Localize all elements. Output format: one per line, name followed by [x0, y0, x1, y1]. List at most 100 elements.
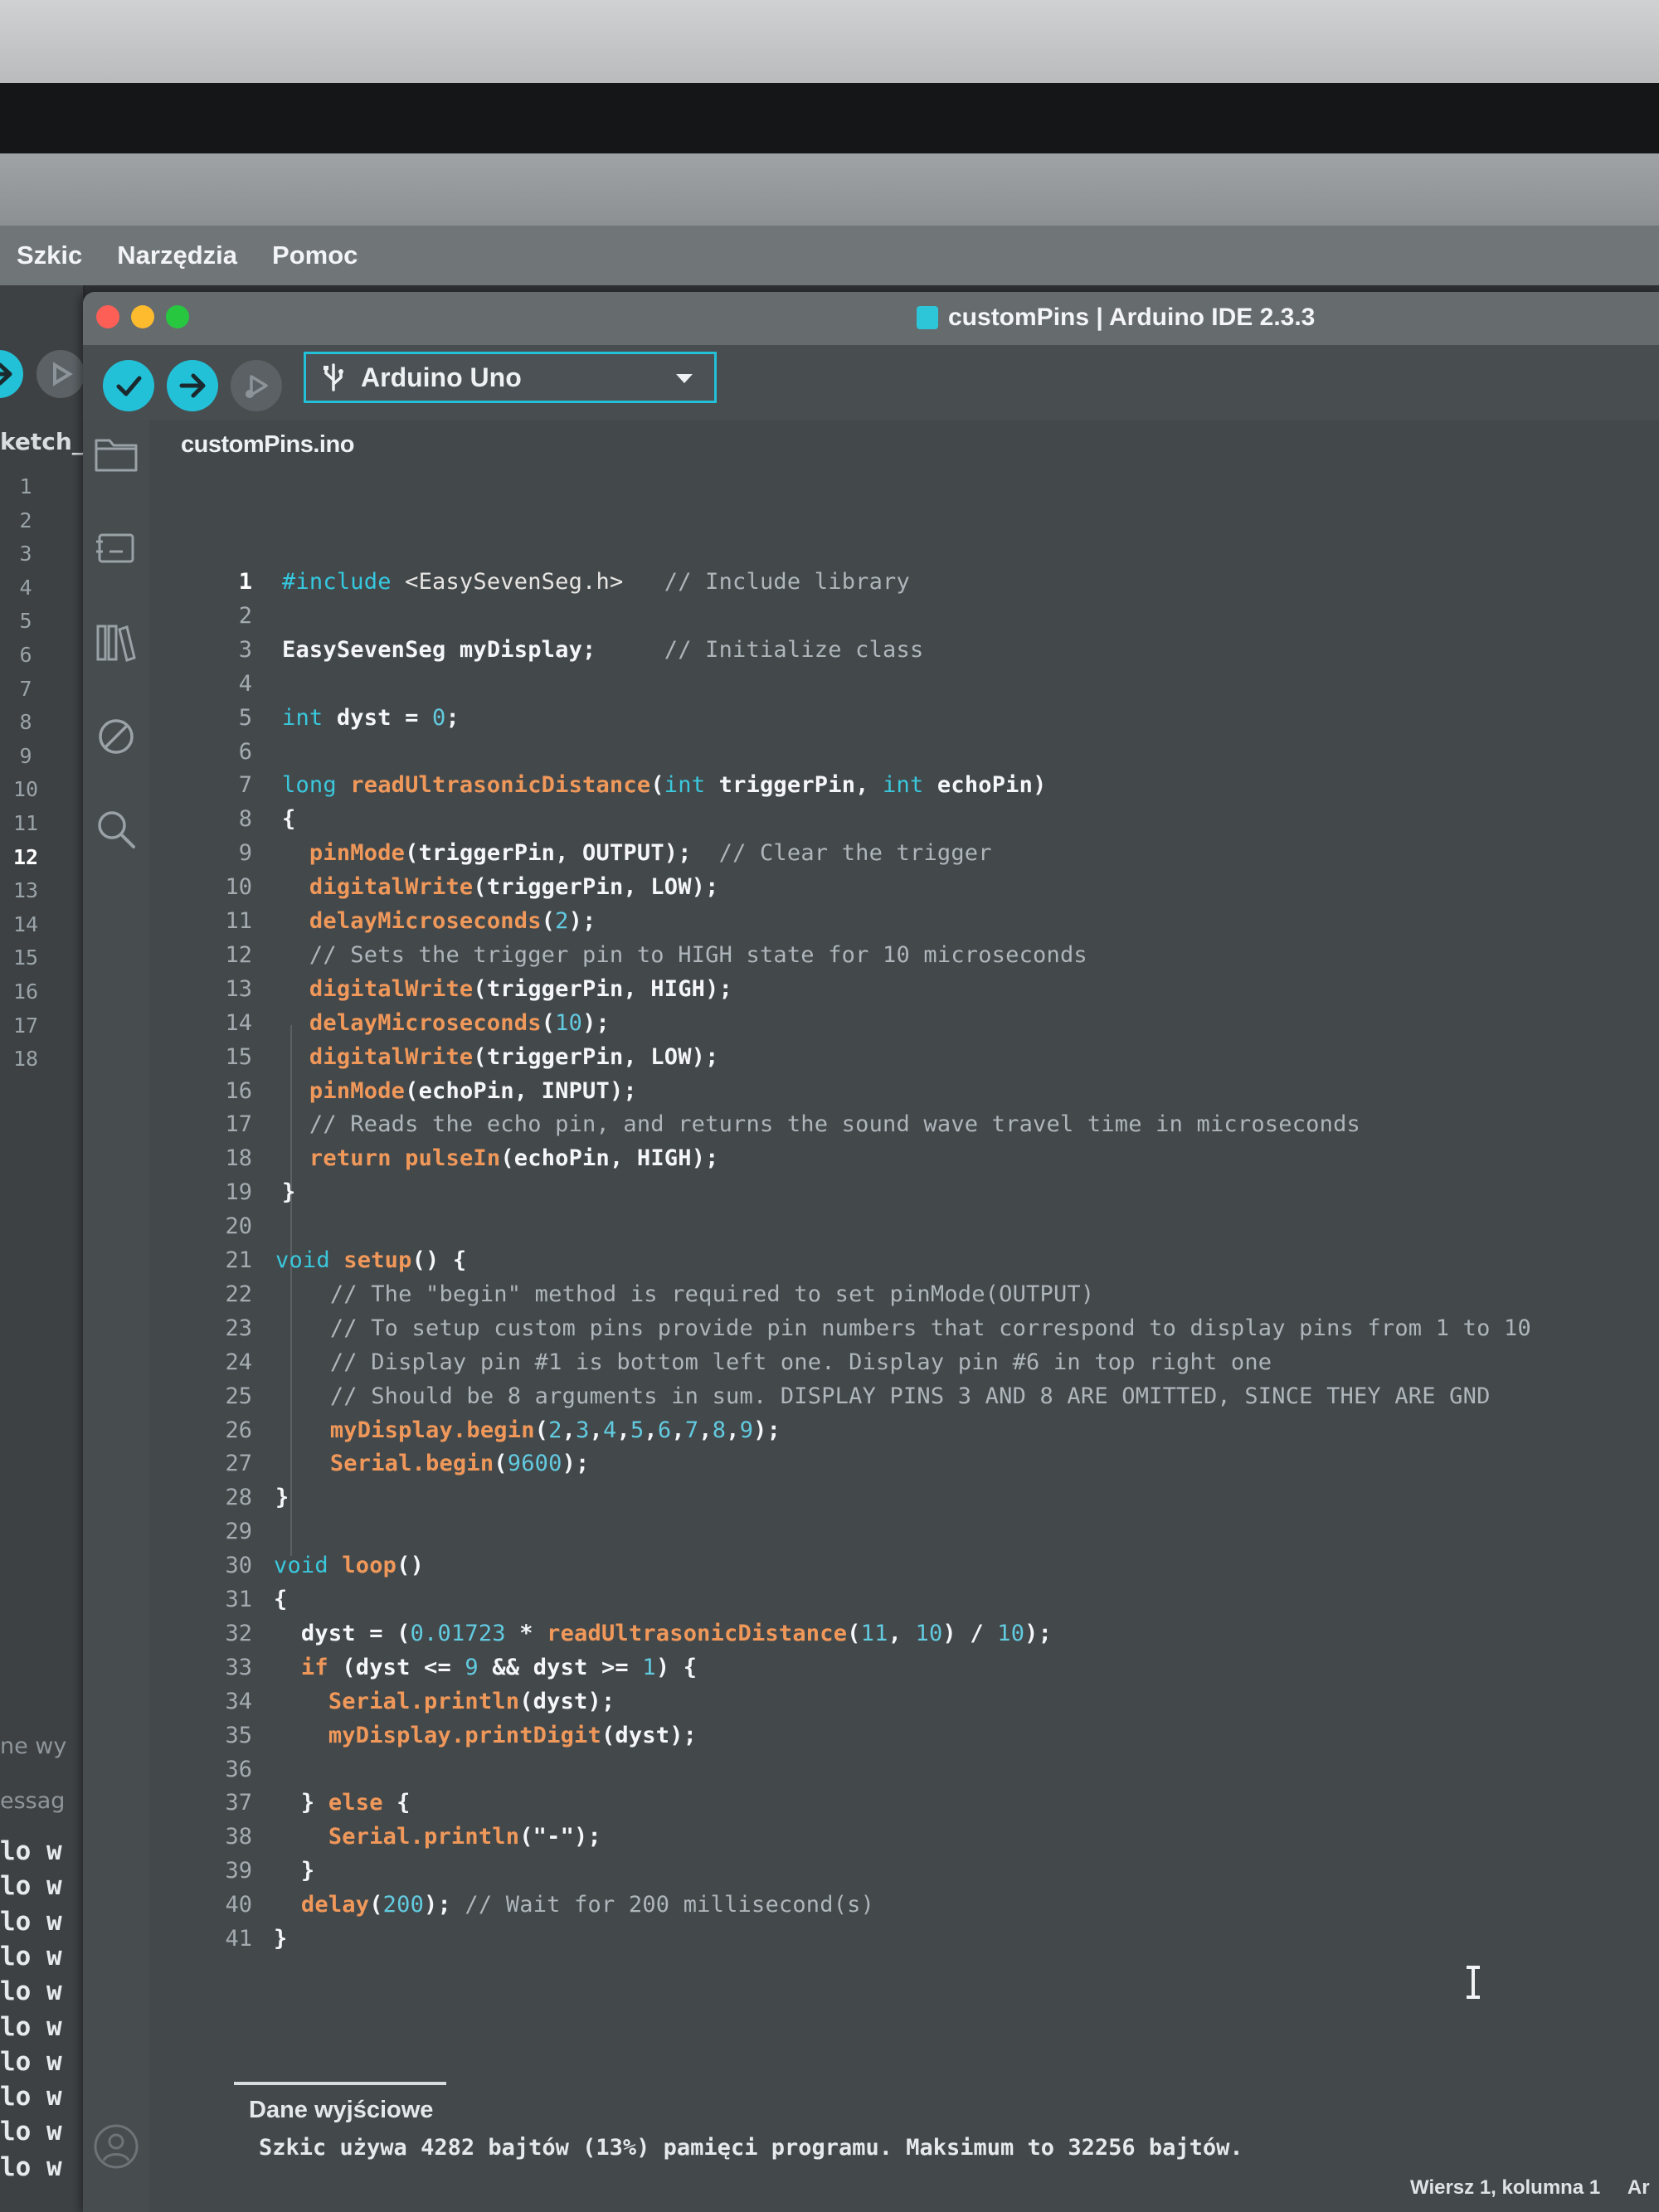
code-token: loop: [342, 1553, 397, 1579]
code-token: (: [541, 1009, 556, 1036]
tab-custompins-ino[interactable]: customPins.ino: [181, 431, 354, 459]
code-token: 3: [576, 1417, 590, 1443]
bg-line-number: 17: [12, 1013, 39, 1038]
code-line: void setup() {: [275, 1247, 466, 1273]
upload-button[interactable]: [167, 360, 218, 411]
line-number: 36: [225, 1756, 252, 1782]
code-token: (echoPin, HIGH);: [500, 1145, 719, 1172]
line-number: 13: [225, 975, 252, 1002]
code-token: ) /: [942, 1620, 998, 1646]
code-token: (triggerPin, LOW);: [473, 1043, 719, 1070]
code-line: {: [274, 1587, 287, 1612]
code-line: }: [274, 1926, 287, 1952]
code-line: digitalWrite(triggerPin, HIGH);: [282, 976, 732, 1002]
code-line: #include <EasySevenSeg.h> // Include lib…: [282, 569, 910, 595]
zoom-window-button[interactable]: [166, 305, 189, 328]
bg-tab-label[interactable]: ketch_ju: [0, 428, 83, 455]
code-token: echoPin): [923, 772, 1047, 799]
code-token: *: [505, 1620, 547, 1646]
line-number: 39: [225, 1858, 252, 1884]
boards-manager-button[interactable]: [93, 524, 139, 571]
bg-line-number: 6: [19, 643, 32, 667]
status-bar: Wiersz 1, kolumna 1 Ar: [1410, 2176, 1650, 2200]
code-token: myDisplay.begin: [329, 1417, 535, 1443]
bg-output-line: lo w: [0, 2011, 62, 2042]
bg-line-number: 14: [12, 912, 39, 936]
code-line: dyst = (0.01723 * readUltrasonicDistance…: [274, 1621, 1052, 1646]
search-icon: [98, 811, 135, 848]
code-token: (: [494, 1451, 508, 1477]
line-number: 19: [225, 1179, 252, 1206]
account-button[interactable]: [83, 2113, 149, 2180]
code-token: ,: [726, 1417, 740, 1443]
code-token: (: [650, 772, 664, 799]
code-token: ,: [644, 1417, 658, 1443]
code-token: 2: [555, 908, 569, 934]
line-number: 25: [225, 1383, 252, 1409]
line-number: 22: [225, 1281, 252, 1307]
code-token: ,: [589, 1417, 604, 1443]
code-line: } else {: [274, 1790, 411, 1816]
line-number: 31: [225, 1587, 252, 1612]
menu-item-tools[interactable]: Narzędzia: [117, 241, 237, 270]
code-token: );: [582, 1009, 610, 1036]
code-token: setup: [343, 1247, 412, 1273]
code-line: pinMode(echoPin, INPUT);: [282, 1078, 637, 1104]
line-number: 11: [225, 908, 252, 934]
bg-line-number: 4: [19, 575, 32, 600]
menu-item-help[interactable]: Pomoc: [272, 241, 358, 270]
code-token: 11: [860, 1620, 888, 1646]
code-token: pulseIn: [405, 1145, 501, 1172]
code-token: digitalWrite: [309, 874, 474, 901]
code-token: // Sets the trigger pin to HIGH state fo…: [282, 941, 1087, 968]
line-number: 7: [238, 772, 252, 799]
bg-line-number: 16: [12, 980, 39, 1004]
debug-button[interactable]: [231, 360, 282, 411]
search-button[interactable]: [93, 806, 139, 853]
code-token: Serial.println: [328, 1824, 520, 1850]
debug-panel-button[interactable]: [93, 713, 139, 760]
line-number: 21: [225, 1247, 252, 1273]
bg-debug-button[interactable]: [36, 350, 83, 398]
verify-button[interactable]: [103, 360, 154, 411]
line-number: 28: [225, 1485, 252, 1511]
code-token: digitalWrite: [309, 975, 474, 1002]
bg-output-line: lo w: [0, 1976, 62, 2007]
code-token: myDisplay.printDigit: [328, 1722, 601, 1748]
line-number: 32: [225, 1620, 252, 1646]
code-token: dyst = (: [274, 1620, 411, 1646]
code-line: digitalWrite(triggerPin, LOW);: [282, 874, 719, 900]
bg-panel-fragment: ne wy: [0, 1733, 67, 1759]
desktop-strip: [0, 153, 1659, 228]
code-line: if (dyst <= 9 && dyst >= 1) {: [274, 1655, 697, 1680]
code-token: (: [369, 1892, 383, 1918]
bg-line-number: 15: [12, 946, 39, 970]
sketchbook-button[interactable]: [93, 431, 139, 478]
arrow-right-icon: [0, 362, 12, 386]
code-line: // To setup custom pins provide pin numb…: [275, 1315, 1531, 1341]
bg-output-line: lo w: [0, 1906, 62, 1937]
code-token: ,: [698, 1417, 713, 1443]
code-token: ) {: [655, 1654, 698, 1680]
code-editor[interactable]: 1 #include <EasySevenSeg.h> // Include li…: [149, 478, 1659, 2054]
code-token: (dyst <=: [328, 1654, 465, 1680]
code-line: // Display pin #1 is bottom left one. Di…: [275, 1349, 1272, 1375]
arduino-ide-window: customPins | Arduino IDE 2.3.3 Arduino U…: [83, 292, 1659, 2212]
minimize-window-button[interactable]: [131, 305, 154, 328]
menu-item-sketch[interactable]: Szkic: [17, 241, 82, 270]
code-line: // Sets the trigger pin to HIGH state fo…: [282, 942, 1087, 968]
activity-sidebar: [83, 420, 149, 2212]
tab-output[interactable]: Dane wyjściowe: [249, 2097, 433, 2124]
close-window-button[interactable]: [96, 305, 119, 328]
bg-upload-button[interactable]: [0, 350, 23, 398]
board-selector[interactable]: Arduino Uno: [304, 352, 717, 403]
library-manager-button[interactable]: [93, 619, 139, 665]
code-line: long readUltrasonicDistance(int triggerP…: [282, 772, 1047, 798]
bg-line-number: 8: [19, 710, 32, 735]
bg-line-number: 3: [19, 542, 32, 566]
code-token: (triggerPin, HIGH);: [473, 975, 733, 1002]
line-number: 9: [238, 840, 252, 867]
